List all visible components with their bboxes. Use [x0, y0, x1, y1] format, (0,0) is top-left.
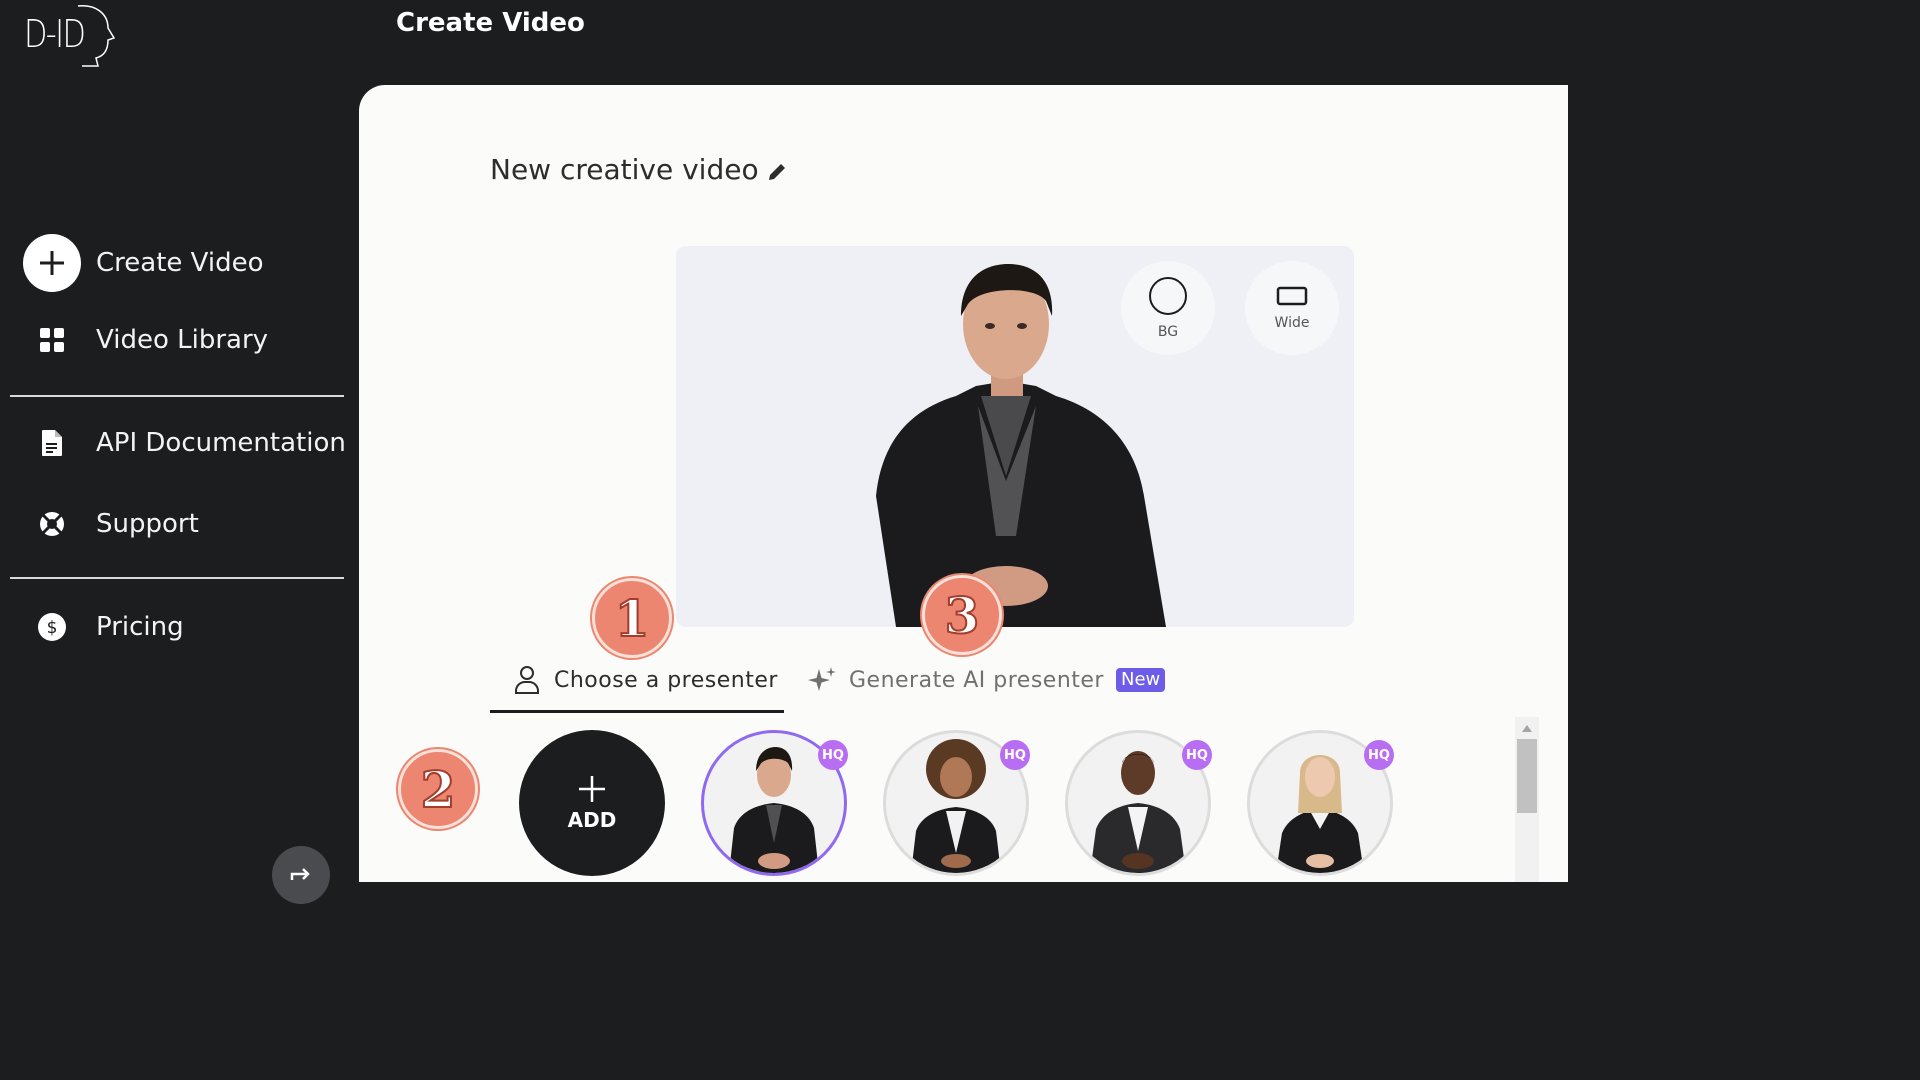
sidebar-item-label: Video Library [96, 325, 269, 355]
redirect-arrow-icon [290, 868, 310, 880]
wide-aspect-button-label: Wide [1274, 315, 1310, 331]
sidebar-divider [10, 395, 344, 397]
app-root: D-ID Create Video Create Video Video Lib… [0, 0, 1568, 904]
sidebar-item-video-library[interactable]: Video Library [22, 325, 268, 355]
document-icon [42, 430, 62, 456]
pencil-icon[interactable] [767, 162, 787, 182]
annotation-badge-2: 2 [398, 749, 478, 829]
annotation-badge-3: 3 [922, 575, 1002, 655]
rectangle-wide-icon [1276, 286, 1308, 306]
background-button[interactable]: BG [1121, 261, 1215, 355]
add-presenter-button[interactable]: ADD [519, 730, 665, 876]
main-panel: New creative video BG Wide 1 3 2 Choose … [359, 85, 1568, 882]
sidebar-item-support[interactable]: Support [22, 509, 199, 539]
sidebar-item-api-documentation[interactable]: API Documentation [22, 428, 346, 458]
video-title[interactable]: New creative video [490, 153, 759, 186]
grid-icon [40, 328, 64, 352]
sidebar-item-create-video[interactable]: Create Video [22, 234, 264, 292]
scroll-up-arrow-icon[interactable] [1522, 725, 1532, 732]
plus-icon [579, 776, 605, 802]
scrollbar-thumb[interactable] [1517, 739, 1537, 813]
person-icon [515, 666, 539, 694]
lifebuoy-icon [40, 512, 64, 536]
sidebar-item-label: API Documentation [96, 428, 346, 458]
video-preview: BG Wide [676, 246, 1354, 627]
add-presenter-label: ADD [567, 808, 617, 832]
tab-generate-ai-label: Generate AI presenter [849, 667, 1104, 693]
background-button-label: BG [1157, 324, 1179, 340]
hq-badge: HQ [1364, 740, 1394, 770]
active-tab-indicator [490, 710, 784, 713]
page-title: Create Video [396, 8, 585, 38]
hq-badge: HQ [1000, 740, 1030, 770]
video-title-row[interactable]: New creative video [490, 153, 787, 186]
tab-generate-ai-presenter[interactable]: Generate AI presenter New [807, 665, 1166, 695]
presenter-list-scrollbar[interactable] [1515, 717, 1539, 882]
sidebar-divider [10, 577, 344, 579]
tab-choose-presenter-label: Choose a presenter [554, 667, 778, 693]
sidebar-item-label: Create Video [96, 248, 264, 278]
sidebar-item-pricing[interactable]: $ Pricing [22, 612, 184, 642]
hq-badge: HQ [1182, 740, 1212, 770]
hq-badge: HQ [818, 740, 848, 770]
sparkle-icon [808, 667, 836, 691]
d-id-logo[interactable]: D-ID [24, 4, 116, 68]
sidebar-item-label: Support [96, 509, 199, 539]
plus-icon [23, 234, 81, 292]
wide-aspect-button[interactable]: Wide [1245, 261, 1339, 355]
circle-outline-icon [1149, 277, 1187, 315]
tab-choose-presenter[interactable]: Choose a presenter [514, 665, 778, 695]
svg-text:$: $ [47, 618, 58, 638]
sidebar-item-label: Pricing [96, 612, 184, 642]
logo-face-icon [77, 5, 116, 67]
dollar-icon: $ [38, 613, 66, 641]
collapse-sidebar-button[interactable] [272, 846, 330, 904]
new-badge: New [1115, 668, 1166, 692]
annotation-badge-1: 1 [592, 578, 672, 658]
